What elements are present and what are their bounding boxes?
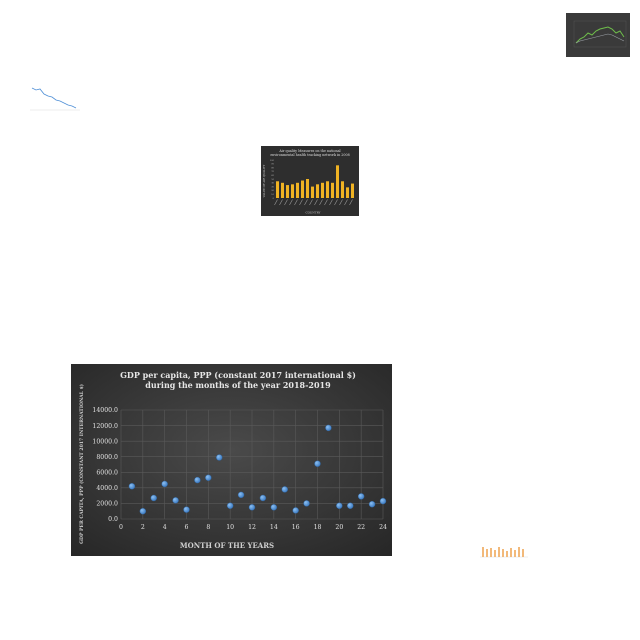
scatter-point (161, 480, 168, 488)
scatter-point (183, 506, 190, 513)
y-tick-label: 10000.0 (92, 438, 118, 445)
thumb-title-line-2: environmental health tracking network in… (270, 153, 349, 157)
scatter-point (128, 483, 136, 490)
thumb-bar (351, 183, 354, 198)
scatter-point (368, 501, 376, 508)
thumb-bar (341, 181, 344, 198)
thumb-bar (296, 182, 299, 198)
x-tick-label: 22 (357, 524, 365, 531)
scatter-point (216, 454, 223, 461)
thumb-bar (321, 182, 324, 198)
chart-title-line-1: GDP per capita, PPP (constant 2017 inter… (120, 370, 356, 380)
scatter-point (347, 502, 354, 509)
thumb-xlabel: COUNTRY (306, 211, 321, 215)
x-tick-label: 24 (379, 524, 387, 531)
scatter-point (379, 497, 387, 505)
scatter-point (205, 474, 212, 481)
thumb-y-tick: 100 (270, 159, 275, 162)
scatter-point (237, 491, 245, 499)
x-tick-label: 2 (141, 524, 145, 531)
x-tick-label: 12 (248, 524, 256, 531)
x-tick-label: 0 (119, 524, 123, 531)
thumb-bar (281, 182, 284, 198)
thumbnail-line-chart-dark (566, 13, 630, 57)
x-axis-label: MONTH OF THE YEARS (180, 541, 274, 550)
thumbnail-bar-chart-light (474, 535, 530, 569)
scatter-point (270, 504, 278, 511)
scatter-point (325, 424, 332, 432)
scatter-point (303, 500, 310, 507)
thumb-bar (346, 187, 349, 198)
scatter-point (226, 502, 234, 509)
y-tick-label: 4000.0 (96, 485, 118, 492)
y-tick-label: 6000.0 (96, 469, 118, 476)
chart-title-line-2: during the months of the year 2018-2019 (145, 380, 331, 390)
thumb-bar (306, 179, 309, 198)
y-tick-label: 14000.0 (92, 407, 118, 414)
x-tick-label: 14 (270, 524, 278, 531)
thumb-bar (286, 185, 289, 198)
thumbnail-bar-chart-air-quality: Air quality Measures on the national env… (261, 146, 359, 216)
thumb-bar (311, 186, 314, 198)
thumb-bar (291, 184, 294, 198)
thumb-bar (326, 181, 329, 198)
scatter-point (336, 502, 343, 509)
thumb-bar (336, 165, 339, 198)
x-tick-label: 20 (335, 524, 343, 531)
thumb-bar (276, 181, 279, 198)
scatter-point (150, 494, 157, 502)
x-tick-label: 6 (185, 524, 189, 531)
y-tick-label: 8000.0 (96, 454, 118, 461)
scatter-point (139, 508, 147, 515)
scatter-point (248, 504, 256, 511)
x-tick-label: 4 (163, 524, 167, 531)
gdp-scatter-chart: GDP per capita, PPP (constant 2017 inter… (71, 364, 392, 556)
scatter-point (172, 497, 179, 504)
thumb-ylabel: VALUE OF AIR QUALITY (262, 164, 266, 198)
scatter-point (357, 493, 365, 500)
scatter-point (281, 486, 288, 493)
scatter-point (194, 476, 201, 484)
x-tick-label: 8 (206, 524, 210, 531)
thumbnail-line-chart-light (24, 80, 82, 114)
scatter-point (259, 494, 267, 502)
scatter-point (292, 507, 299, 514)
x-tick-label: 16 (292, 524, 300, 531)
scatter-point (314, 460, 321, 467)
y-tick-label: 2000.0 (96, 501, 118, 508)
y-tick-label: 12000.0 (92, 423, 118, 430)
y-tick-label: 0.0 (108, 516, 118, 523)
thumb-bar (316, 184, 319, 198)
x-tick-label: 10 (226, 524, 234, 531)
y-axis-label: GDP PER CAPITA, PPP (CONSTANT 2017 INTER… (78, 384, 85, 544)
thumb-bar (301, 180, 304, 198)
x-tick-label: 18 (314, 524, 322, 531)
thumb-bar (331, 182, 334, 198)
